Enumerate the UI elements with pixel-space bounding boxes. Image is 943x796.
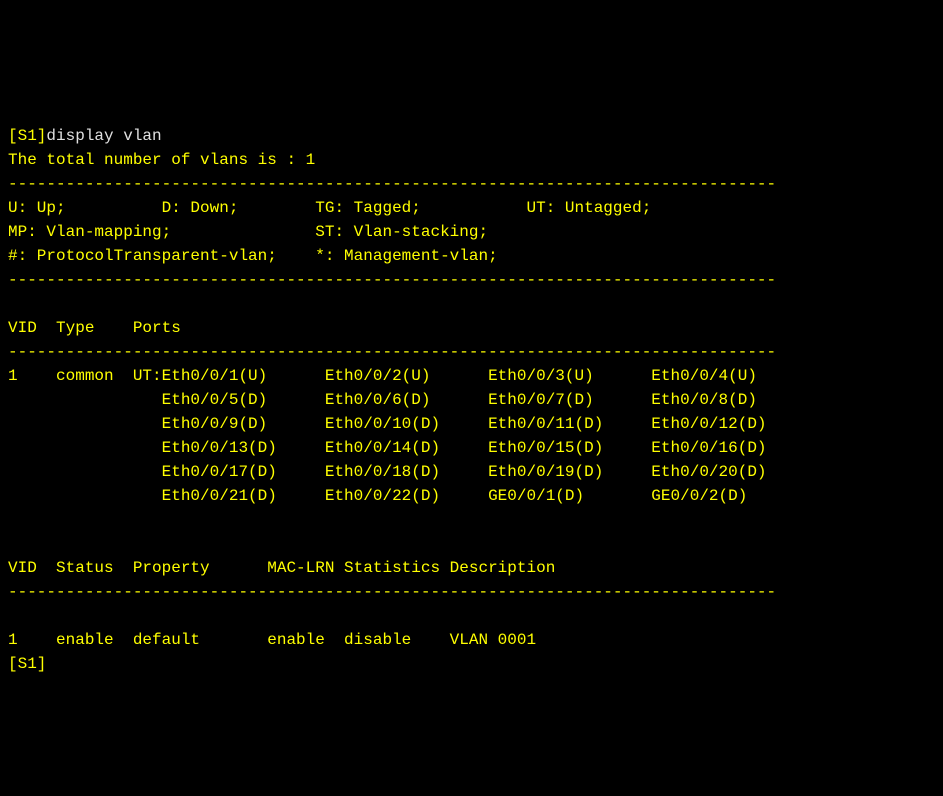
status-header: VID Status Property MAC-LRN Statistics D… <box>8 559 555 577</box>
legend-line-3: #: ProtocolTransparent-vlan; *: Manageme… <box>8 247 498 265</box>
status-row: 1 enable default enable disable VLAN 000… <box>8 631 536 649</box>
prompt-host[interactable]: [S1] <box>8 655 46 673</box>
divider: ----------------------------------------… <box>8 175 776 193</box>
ports-table: 1 common UT:Eth0/0/1(U) Eth0/0/2(U) Eth0… <box>8 367 767 505</box>
legend-line-2: MP: Vlan-mapping; ST: Vlan-stacking; <box>8 223 488 241</box>
divider: ----------------------------------------… <box>8 583 776 601</box>
terminal-output: [S1]display vlan The total number of vla… <box>8 100 935 676</box>
prompt-host: [S1] <box>8 127 46 145</box>
ports-header: VID Type Ports <box>8 319 181 337</box>
divider: ----------------------------------------… <box>8 343 776 361</box>
legend-line-1: U: Up; D: Down; TG: Tagged; UT: Untagged… <box>8 199 651 217</box>
divider: ----------------------------------------… <box>8 271 776 289</box>
command-text: display vlan <box>46 127 161 145</box>
total-line: The total number of vlans is : 1 <box>8 151 315 169</box>
